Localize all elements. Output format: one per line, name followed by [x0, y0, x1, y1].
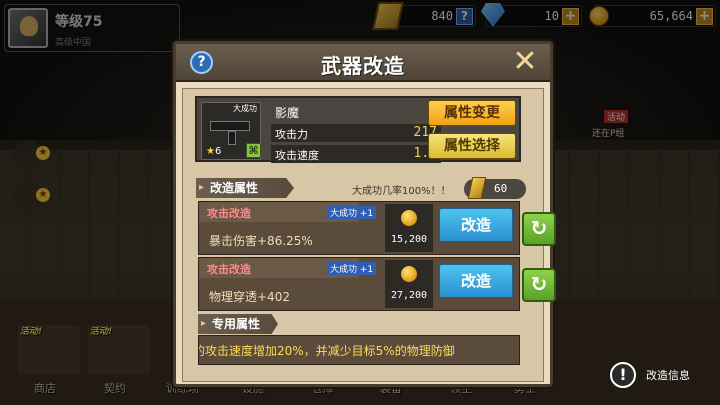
ticket-cost-box: 60	[464, 177, 526, 199]
coin-icon	[401, 266, 417, 282]
coin-cost-value: 27,200	[390, 290, 428, 301]
ticket-cost-value: 60	[494, 182, 508, 195]
great-success-badge: 大成功 +1	[327, 206, 377, 219]
dialog-title: 武器改造	[321, 54, 405, 78]
refresh-button[interactable]: ↻	[522, 268, 556, 302]
close-button[interactable]: ✕	[510, 47, 540, 77]
modify-info-button[interactable]: ! 改造信息	[610, 360, 715, 390]
attribute-title: 攻击改造	[207, 207, 251, 220]
weapon-star-level: ★6	[206, 146, 221, 157]
modify-attribute-tab: 改造属性	[196, 178, 294, 198]
dialog-header: ? 武器改造 ✕	[176, 44, 550, 82]
speed-stat-row: 攻击速度 1.5	[271, 145, 441, 163]
great-success-rate-text: 大成功几率100%！！	[352, 186, 451, 197]
great-success-tag: 大成功	[232, 103, 258, 114]
attribute-description: 物理穿透+402	[209, 290, 290, 304]
coin-cost-value: 15,200	[390, 234, 428, 245]
coin-icon	[401, 210, 417, 226]
weapon-name: 影魔	[275, 106, 300, 120]
special-attribute-tab: 专用属性	[198, 314, 278, 334]
coin-cost: 27,200	[385, 260, 433, 308]
element-icon: ⌘	[246, 143, 261, 158]
change-attribute-button[interactable]: 属性变更	[428, 100, 516, 126]
gun-grip	[228, 131, 236, 145]
attribute-row: 攻击改造 大成功 +1 物理穿透+402 27,200 改造	[198, 257, 520, 311]
special-attribute-description: 影澜的攻击速度增加20%，并减少目标5%的物理防御	[199, 344, 455, 358]
gun-icon	[210, 121, 250, 131]
attribute-row: 攻击改造 大成功 +1 暴击伤害+86.25% 15,200 改造	[198, 201, 520, 255]
modify-info-label: 改造信息	[646, 369, 690, 382]
attack-stat-row: 攻击力 217	[271, 124, 441, 142]
weapon-level-value: 6	[214, 146, 222, 157]
refresh-button[interactable]: ↻	[522, 212, 556, 246]
modify-button[interactable]: 改造	[439, 264, 513, 298]
attribute-description: 暴击伤害+86.25%	[209, 234, 313, 248]
special-attribute-box: 影澜的攻击速度增加20%，并减少目标5%的物理防御	[198, 335, 520, 365]
info-icon: !	[610, 362, 636, 388]
speed-label: 攻击速度	[275, 149, 319, 162]
ticket-icon	[467, 177, 487, 199]
coin-cost: 15,200	[385, 204, 433, 252]
select-attribute-button[interactable]: 属性选择	[428, 133, 516, 159]
star-icon: ★	[206, 146, 215, 157]
attack-label: 攻击力	[275, 128, 308, 141]
great-success-badge: 大成功 +1	[327, 262, 377, 275]
attribute-title: 攻击改造	[207, 263, 251, 276]
modify-button[interactable]: 改造	[439, 208, 513, 242]
weapon-image: 大成功 ★6 ⌘	[201, 102, 261, 160]
